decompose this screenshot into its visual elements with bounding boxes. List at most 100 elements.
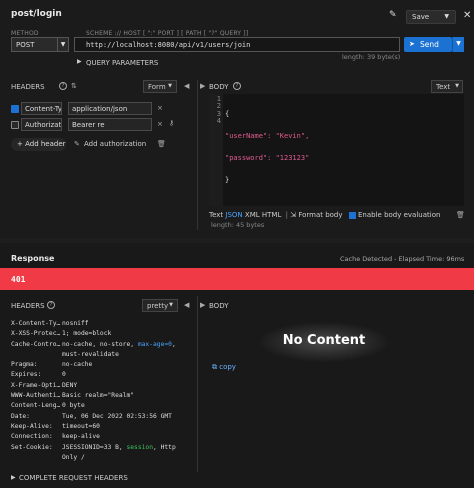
send-button[interactable]: ➤ Send — [404, 37, 452, 52]
trash-icon[interactable]: 🗑 — [456, 211, 465, 219]
cache-info: Cache Detected - Elapsed Time: 96ms — [340, 255, 465, 263]
format-json[interactable]: JSON — [225, 211, 242, 219]
headers-mode-select[interactable]: Form ▼ — [143, 80, 177, 93]
header-value-input[interactable]: application/json — [68, 102, 152, 115]
header-key: Connection: — [11, 433, 53, 441]
format-text[interactable]: Text — [209, 211, 223, 219]
help-icon[interactable]: ? — [233, 82, 241, 90]
remove-header-icon[interactable]: × — [157, 104, 163, 112]
key-icon[interactable]: ⚷ — [169, 119, 174, 127]
header-row: Expires: 0 — [11, 370, 188, 380]
header-key: Date: — [11, 412, 30, 420]
expand-right-icon[interactable]: ▶ — [200, 301, 205, 309]
format-body-button[interactable]: Format body — [298, 211, 342, 219]
method-chevron-icon[interactable]: ▼ — [57, 37, 69, 52]
collapse-left-icon[interactable]: ◀ — [184, 301, 189, 309]
line-number: 4 — [216, 117, 221, 126]
add-header-label: Add header — [25, 140, 66, 148]
response-headers-label: HEADERS — [11, 302, 45, 310]
panel-divider[interactable] — [197, 80, 198, 230]
remove-header-icon[interactable]: × — [157, 120, 163, 128]
add-header-button[interactable]: + Add header — [11, 138, 66, 151]
header-key: X-Content-Ty… — [11, 320, 61, 327]
header-key: Set-Cookie: — [11, 443, 53, 451]
body-type-select[interactable]: Text ▼ — [431, 80, 463, 93]
header-key: X-XSS-Protec… — [11, 330, 61, 338]
code-line: } — [225, 176, 230, 185]
header-value: 0 — [62, 371, 66, 379]
pretty-label: pretty — [147, 302, 169, 310]
url-length: length: 39 byte(s) — [342, 53, 401, 61]
trash-icon[interactable]: 🗑 — [157, 140, 166, 148]
header-value: Basic realm="Realm" — [62, 392, 135, 400]
header-key: Cache-Contro… — [11, 340, 61, 348]
help-icon[interactable]: ? — [47, 301, 55, 309]
code-line: { — [225, 109, 230, 118]
header-row: Cache-Contro… no-cache, no-store, max-age… — [11, 340, 188, 361]
header-value: timeout=60 — [62, 422, 100, 430]
header-value-highlight: max-age=0 — [137, 340, 172, 348]
header-value: no-cache, no-store, max-age=0, must-reva… — [62, 340, 188, 361]
url-scheme-hint: SCHEME :// HOST [ ":" PORT ] [ PATH [ "?… — [86, 30, 249, 37]
query-parameters-toggle[interactable]: QUERY PARAMETERS — [86, 59, 158, 67]
status-code: 401 — [11, 275, 26, 284]
help-icon[interactable]: ? — [59, 82, 67, 90]
header-value: keep-alive — [62, 433, 100, 441]
save-button[interactable]: Save ▼ — [406, 10, 456, 24]
header-row: X-Frame-Opti… DENY — [11, 381, 188, 391]
chevron-down-icon: ▼ — [168, 83, 172, 89]
copy-button[interactable]: ⧉ copy — [212, 363, 236, 372]
panel-divider[interactable] — [197, 296, 198, 472]
expand-right-icon[interactable]: ▶ — [200, 82, 205, 90]
sort-icon[interactable]: ⇅ — [71, 82, 77, 90]
header-value: Tue, 06 Dec 2022 02:53:56 GMT — [62, 412, 172, 420]
no-content-message: No Content — [259, 322, 389, 362]
body-code[interactable]: { "userName": "Kevin", "password": "1231… — [225, 96, 309, 192]
plus-icon: + — [17, 140, 26, 148]
header-value-input[interactable]: Bearer re — [68, 118, 152, 131]
save-label: Save — [412, 13, 430, 21]
complete-request-headers-toggle[interactable]: COMPLETE REQUEST HEADERS — [19, 474, 128, 482]
code-line: "userName": "Kevin", — [225, 132, 310, 141]
line-gutter: 1 2 3 4 — [209, 94, 223, 206]
header-value: no-cache — [62, 361, 93, 369]
status-bar — [0, 268, 474, 290]
edit-icon[interactable]: ✎ — [74, 140, 80, 148]
header-key-input[interactable]: Content-Typ — [21, 102, 62, 115]
header-checkbox-0[interactable] — [11, 105, 19, 113]
edit-pencil-icon[interactable]: ✎ — [389, 10, 399, 20]
header-value: nosniff — [62, 320, 89, 327]
add-authorization-link[interactable]: Add authorization — [84, 140, 146, 148]
header-row: X-XSS-Protec… 1; mode=block — [11, 329, 188, 339]
header-value-part: JSESSIONID=33 B, — [62, 443, 127, 451]
header-row: X-Content-Ty… nosniff — [11, 319, 188, 329]
url-input[interactable]: http://localhost:8080/api/v1/users/join — [74, 37, 400, 52]
paper-plane-icon: ➤ — [409, 40, 415, 48]
chevron-right-icon[interactable]: ▶ — [77, 58, 82, 65]
header-key: Pragma: — [11, 361, 38, 369]
format-body-icon[interactable]: ⇲ — [290, 211, 296, 219]
send-label: Send — [420, 40, 439, 49]
request-title[interactable]: post/login — [11, 9, 62, 19]
collapse-left-icon[interactable]: ◀ — [184, 82, 189, 90]
format-html[interactable]: HTML — [262, 211, 281, 219]
close-icon[interactable]: ✕ — [463, 10, 471, 21]
format-xml[interactable]: XML — [245, 211, 260, 219]
header-key: X-Frame-Opti… — [11, 381, 61, 389]
enable-eval-checkbox[interactable] — [348, 211, 356, 219]
send-options-chevron-icon[interactable]: ▼ — [452, 37, 464, 52]
header-value-highlight: session — [126, 443, 153, 451]
header-row: Keep-Alive: timeout=60 — [11, 422, 188, 432]
body-label: BODY — [209, 83, 229, 91]
chevron-right-icon[interactable]: ▶ — [11, 474, 16, 481]
header-row: Date: Tue, 06 Dec 2022 02:53:56 GMT — [11, 412, 188, 422]
response-body-label: BODY — [209, 302, 229, 310]
header-checkbox-1[interactable] — [11, 121, 19, 129]
header-value: JSESSIONID=33 B, session, Http Only / — [62, 443, 188, 464]
header-key: Content-Leng… — [11, 402, 61, 410]
copy-label: copy — [219, 363, 236, 371]
pretty-select[interactable]: pretty ▼ — [142, 299, 178, 312]
header-key-input[interactable]: Authorizatio — [21, 118, 62, 131]
header-key: Expires: — [11, 371, 42, 379]
header-row: Set-Cookie: JSESSIONID=33 B, session, Htt… — [11, 443, 188, 464]
